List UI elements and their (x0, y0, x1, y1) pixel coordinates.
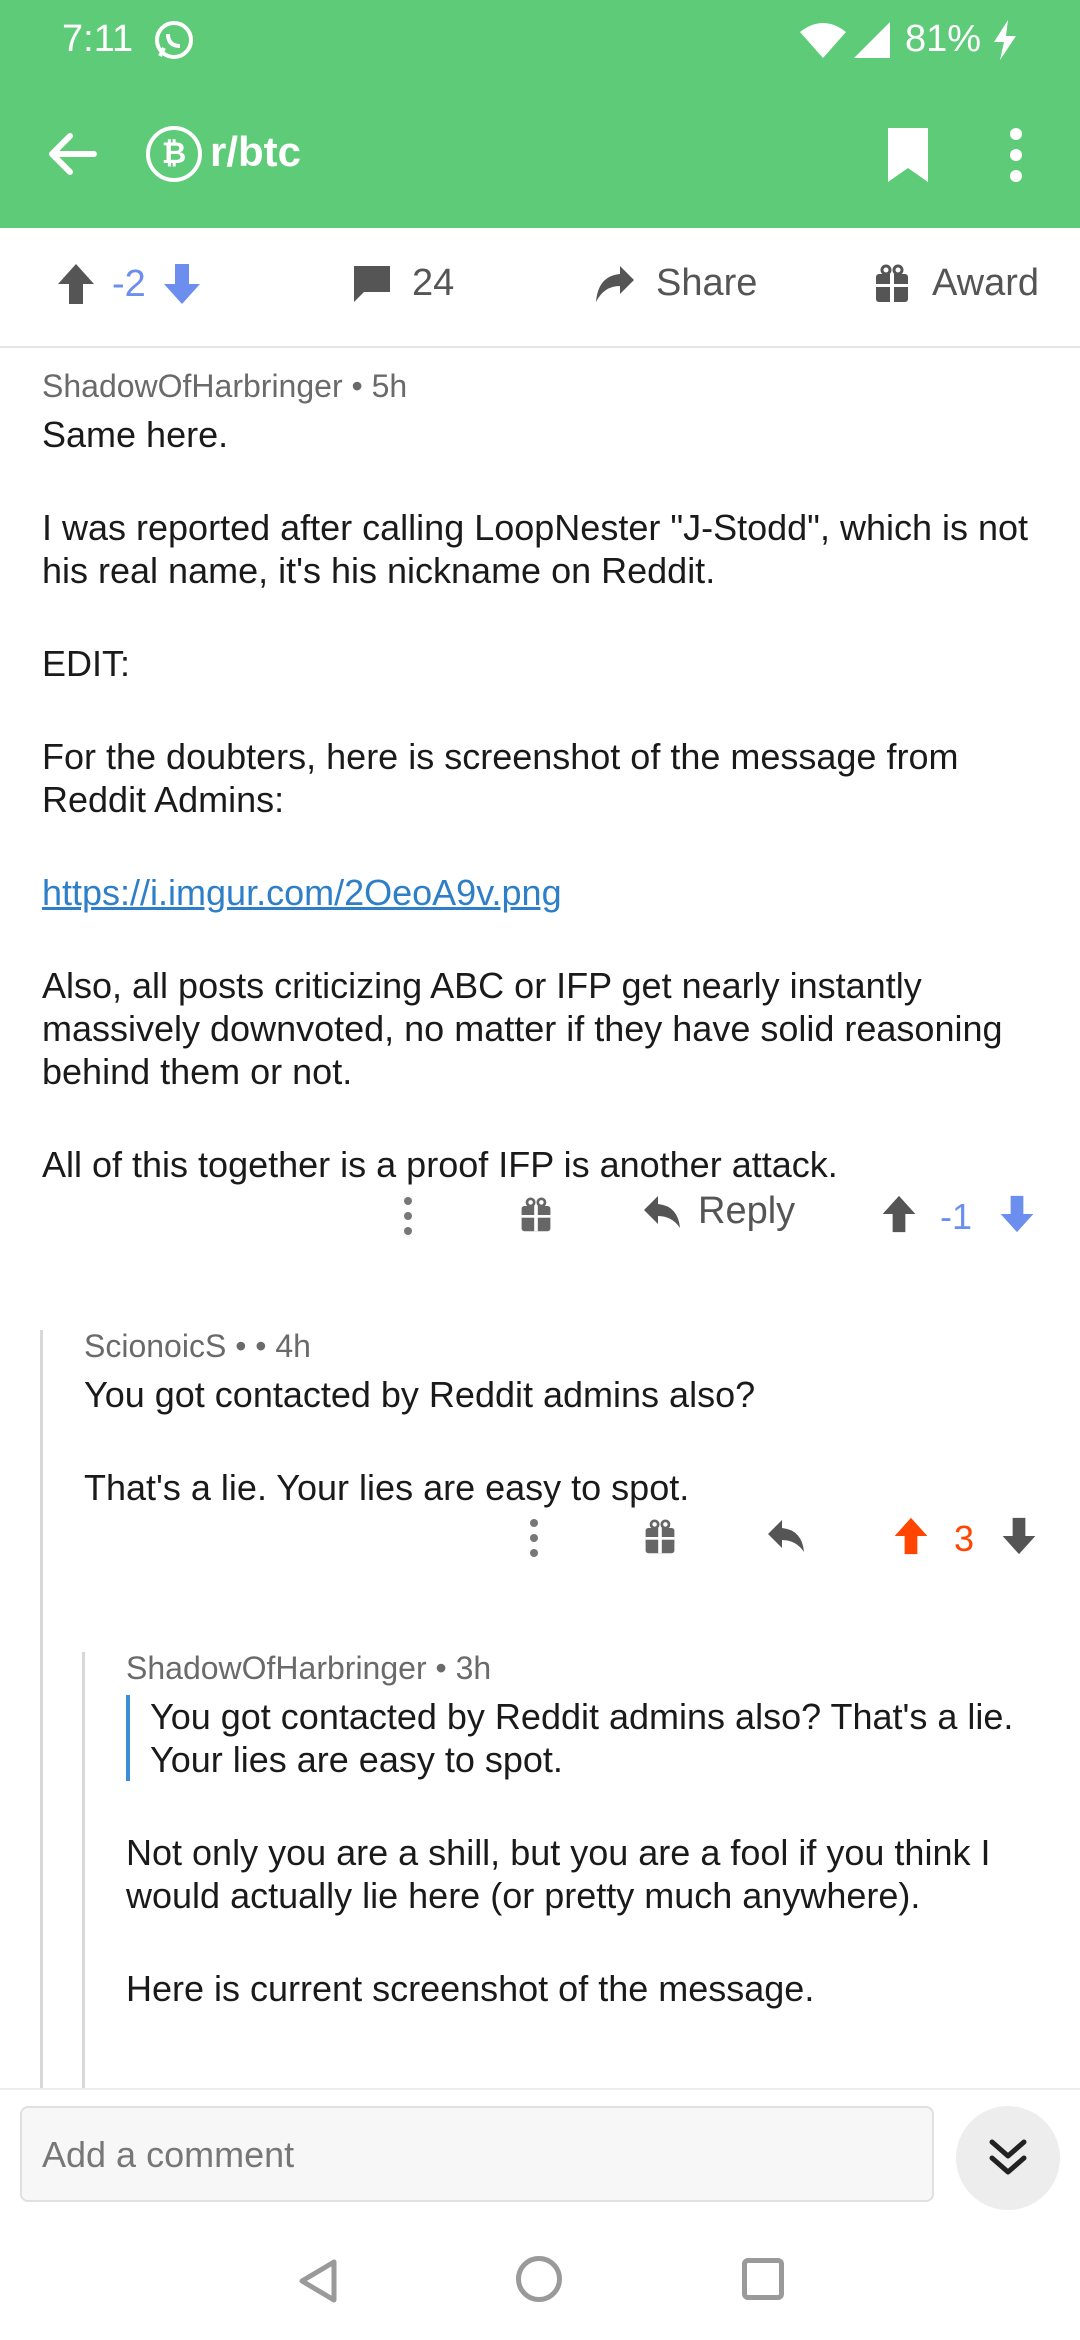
comment-author[interactable]: ScionoicS (84, 1328, 226, 1364)
comment: ShadowOfHarbringer • 3h You got contacte… (126, 1650, 1066, 2060)
nav-home-icon[interactable] (516, 2256, 562, 2302)
upvote-icon[interactable] (880, 1194, 918, 1234)
gift-icon[interactable] (518, 1196, 554, 1234)
signal-icon (854, 22, 890, 58)
nav-back-icon[interactable] (296, 2258, 340, 2304)
comment-meta: ShadowOfHarbringer • 3h (126, 1650, 492, 1686)
comment-paragraph: For the doubters, here is screenshot of … (42, 736, 959, 820)
whatsapp-icon (155, 21, 193, 59)
comment-paragraph: All of this together is a proof IFP is a… (42, 1144, 838, 1185)
comment-meta: ScionoicS • • 4h (84, 1328, 311, 1364)
comment-paragraph: Also, all posts criticizing ABC or IFP g… (42, 965, 1003, 1092)
bitcoin-icon: ₿ (146, 126, 202, 182)
comment-paragraph: Same here. (42, 414, 229, 455)
post-action-bar: -2 24 Share Award (0, 228, 1080, 348)
comment-thread: ShadowOfHarbringer • 5h Same here. I was… (0, 348, 1080, 2088)
battery-level: 81% (905, 18, 982, 60)
downvote-icon[interactable] (998, 1194, 1036, 1234)
system-nav-bar (0, 2218, 1080, 2340)
comment-score: -1 (940, 1196, 973, 1237)
downvote-icon[interactable] (162, 262, 202, 306)
comment-time: 4h (275, 1328, 311, 1364)
comment-time: 5h (371, 368, 408, 404)
share-icon (596, 265, 634, 302)
award-button[interactable]: Award (872, 262, 1039, 305)
thread-line (40, 1330, 43, 2088)
more-options-icon[interactable] (1008, 126, 1024, 184)
comment-score: 3 (954, 1518, 975, 1559)
downvote-icon[interactable] (1000, 1516, 1038, 1556)
comment-paragraph: You got contacted by Reddit admins also? (84, 1374, 756, 1415)
comment-meta: ShadowOfHarbringer • 5h (42, 368, 408, 404)
comment-author[interactable]: ShadowOfHarbringer (126, 1650, 427, 1686)
post-vote-group: -2 (56, 262, 202, 306)
comments-button[interactable]: 24 (352, 262, 454, 305)
status-bar: 7:11 81% (0, 0, 1080, 80)
comment-count: 24 (412, 262, 455, 304)
comment: ShadowOfHarbringer • 5h Same here. I was… (42, 368, 1062, 1236)
comment-body: Same here. I was reported after calling … (42, 413, 1062, 1186)
more-options-icon[interactable] (402, 1196, 414, 1236)
quote-block: You got contacted by Reddit admins also?… (126, 1695, 1066, 1781)
double-chevron-down-icon (989, 2139, 1027, 2175)
back-arrow-icon[interactable] (44, 126, 100, 182)
share-label: Share (656, 262, 758, 304)
reply-icon[interactable] (766, 1518, 806, 1554)
upvote-icon[interactable] (892, 1516, 930, 1556)
status-time: 7:11 (62, 18, 134, 60)
comment-paragraph: Here is current screenshot of the messag… (126, 1968, 815, 2009)
comment-icon (354, 265, 390, 302)
gift-icon (876, 264, 908, 302)
wifi-icon (800, 23, 846, 58)
comment-paragraph: Not only you are a shill, but you are a … (126, 1832, 991, 1916)
add-comment-input[interactable]: Add a comment (20, 2106, 934, 2202)
upvote-icon[interactable] (56, 262, 96, 306)
reply-button[interactable]: Reply (642, 1190, 795, 1233)
subreddit-title[interactable]: r/btc (210, 128, 301, 176)
comment-time: 3h (455, 1650, 492, 1686)
nav-recents-icon[interactable] (742, 2258, 784, 2300)
comment-author[interactable]: ShadowOfHarbringer (42, 368, 343, 404)
scroll-next-button[interactable] (956, 2106, 1060, 2210)
reply-icon (644, 1195, 680, 1228)
comment-paragraph: That's a lie. Your lies are easy to spot… (84, 1467, 690, 1508)
comment-paragraph: I was reported after calling LoopNester … (42, 507, 1029, 591)
comment-bar: Add a comment (0, 2088, 1080, 2218)
charging-icon (994, 20, 1016, 60)
app-bar: ₿ r/btc (0, 80, 1080, 228)
award-label: Award (932, 262, 1040, 304)
more-options-icon[interactable] (528, 1518, 540, 1558)
bookmark-icon[interactable] (884, 126, 932, 184)
share-button[interactable]: Share (594, 262, 757, 305)
imgur-link[interactable]: https://i.imgur.com/2OeoA9v.png (42, 872, 562, 913)
gift-icon[interactable] (642, 1518, 678, 1556)
post-score: -2 (112, 262, 146, 305)
comment-body: You got contacted by Reddit admins also?… (84, 1373, 1064, 1509)
thread-line (82, 1652, 85, 2088)
comment-paragraph: EDIT: (42, 643, 131, 684)
comment-body: You got contacted by Reddit admins also?… (126, 1695, 1066, 2010)
reply-label: Reply (698, 1190, 796, 1232)
